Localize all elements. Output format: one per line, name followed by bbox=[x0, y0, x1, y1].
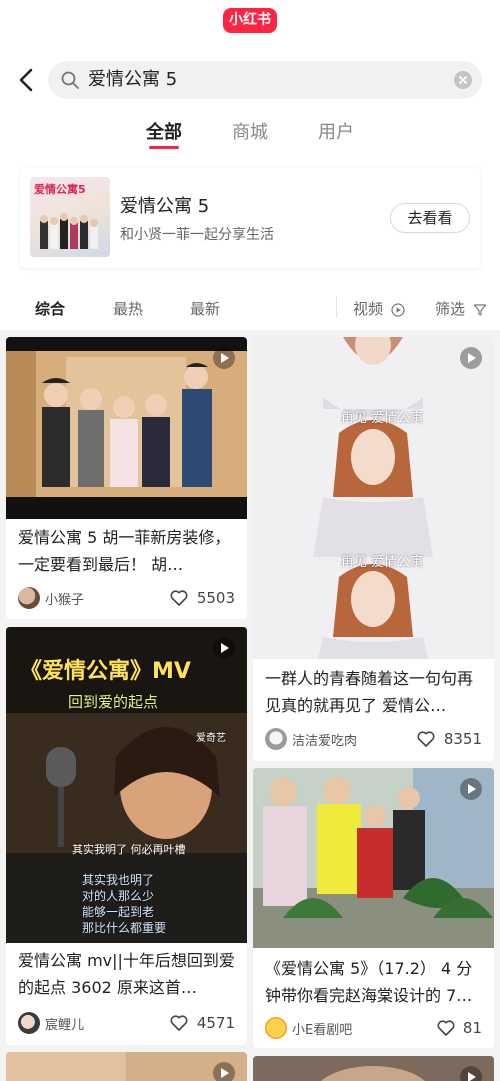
lyric-text: 其实我明了 何必再叶槽 bbox=[72, 843, 186, 856]
main-tabs: 全部 商城 用户 bbox=[0, 118, 500, 154]
video-thumbnail-illustration bbox=[6, 337, 247, 519]
note-thumbnail bbox=[253, 768, 494, 948]
tab-mall[interactable]: 商城 bbox=[232, 118, 268, 144]
note-thumbnail: 再见 爱情公寓 再见 爱情公寓 bbox=[253, 337, 494, 659]
note-author[interactable]: 小E看剧吧 bbox=[265, 1017, 385, 1039]
avatar bbox=[18, 587, 40, 609]
avatar bbox=[265, 728, 287, 750]
avatar bbox=[18, 1012, 40, 1034]
featured-topic-card[interactable]: 爱情公寓5 爱情公寓 5 和小贤一菲一起分享生活 去看看 bbox=[20, 168, 480, 268]
lyric-text: 那比什么都重要 bbox=[82, 921, 167, 935]
funnel-icon bbox=[473, 303, 486, 316]
like-button[interactable]: 81 bbox=[402, 1017, 482, 1039]
note-author[interactable]: 小猴子 bbox=[18, 587, 138, 609]
video-play-icon bbox=[213, 347, 235, 369]
mv-title-text: 《爱情公寓》MV bbox=[20, 659, 191, 684]
avatar bbox=[265, 1017, 287, 1039]
note-thumbnail bbox=[6, 337, 247, 519]
video-play-icon bbox=[213, 637, 235, 659]
clear-icon[interactable] bbox=[454, 71, 472, 89]
note-author[interactable]: 宸鲤儿 bbox=[18, 1012, 138, 1034]
note-card[interactable] bbox=[253, 1056, 494, 1081]
video-filter[interactable]: 视频 bbox=[353, 298, 405, 319]
like-count: 8351 bbox=[443, 730, 482, 748]
like-count: 4571 bbox=[196, 1014, 235, 1032]
watermark-brand: 爱奇艺 bbox=[196, 733, 226, 744]
video-thumbnail-illustration bbox=[253, 337, 494, 659]
video-play-icon bbox=[460, 1066, 482, 1081]
featured-topic-thumbnail: 爱情公寓5 bbox=[30, 177, 110, 257]
note-title: 爱情公寓 mv||十年后想回到爱的起点 3602 原来这首… bbox=[18, 951, 235, 997]
play-circle-icon bbox=[391, 302, 405, 317]
sort-newest[interactable]: 最新 bbox=[190, 298, 220, 319]
back-arrow-icon bbox=[19, 68, 33, 92]
filter-button[interactable]: 筛选 bbox=[435, 298, 487, 319]
back-button[interactable] bbox=[14, 66, 40, 94]
video-play-icon bbox=[460, 347, 482, 369]
video-play-icon bbox=[460, 778, 482, 800]
filter-label: 筛选 bbox=[435, 300, 466, 318]
like-button[interactable]: 5503 bbox=[145, 587, 235, 609]
featured-topic-subtitle: 和小贤一菲一起分享生活 bbox=[120, 227, 274, 243]
author-name: 小猴子 bbox=[45, 593, 85, 608]
note-card[interactable]: 爱情公寓 5 胡一菲新房装修，一定要看到最后！ 胡… 小猴子 5503 bbox=[6, 337, 247, 619]
video-thumbnail-illustration bbox=[253, 768, 494, 948]
active-tab-indicator bbox=[149, 146, 179, 149]
note-thumbnail: 《爱情公寓》MV 回到爱的起点 爱奇艺 其实我明了 何必再叶槽 其实我也明了 对… bbox=[6, 627, 247, 943]
heart-icon bbox=[170, 1015, 188, 1031]
lyric-text: 能够一起到老 bbox=[82, 905, 155, 919]
app-logo: 小红书 bbox=[223, 8, 277, 33]
heart-icon bbox=[417, 731, 435, 747]
note-title: 一群人的青春随着这一句句再见真的就再见了 爱情公… bbox=[265, 669, 474, 715]
video-filter-label: 视频 bbox=[353, 300, 384, 318]
header-area bbox=[0, 0, 500, 330]
author-name: 小E看剧吧 bbox=[292, 1023, 353, 1038]
lyric-text: 对的人那么少 bbox=[82, 889, 155, 903]
author-name: 宸鲤儿 bbox=[45, 1018, 85, 1033]
note-author[interactable]: 洁洁爱吃肉 bbox=[265, 728, 395, 750]
note-card[interactable] bbox=[6, 1052, 247, 1081]
featured-topic-title: 爱情公寓 5 bbox=[120, 196, 210, 217]
like-button[interactable]: 4571 bbox=[145, 1012, 235, 1034]
tab-users[interactable]: 用户 bbox=[318, 118, 354, 144]
video-thumbnail-illustration bbox=[6, 1052, 247, 1081]
sort-comprehensive[interactable]: 综合 bbox=[35, 298, 65, 319]
sort-hottest[interactable]: 最热 bbox=[113, 298, 143, 319]
note-card[interactable]: 《爱情公寓》MV 回到爱的起点 爱奇艺 其实我明了 何必再叶槽 其实我也明了 对… bbox=[6, 627, 247, 1045]
search-results-page: 小红书 爱情公寓 5 全部 商城 用户 爱情公寓5 爱情公寓 5 和小贤一菲一起… bbox=[0, 0, 500, 1081]
heart-icon bbox=[437, 1020, 455, 1036]
lyric-text: 其实我也明了 bbox=[82, 873, 155, 887]
tab-all[interactable]: 全部 bbox=[146, 118, 182, 144]
note-title: 《爱情公寓 5》（17.2） 4 分钟带你看完赵海棠设计的 7… bbox=[265, 959, 473, 1005]
heart-icon bbox=[170, 590, 188, 606]
go-see-button[interactable]: 去看看 bbox=[390, 203, 470, 233]
like-count: 81 bbox=[462, 1019, 482, 1037]
thumbnail-title: 爱情公寓5 bbox=[34, 183, 86, 196]
author-name: 洁洁爱吃肉 bbox=[292, 734, 358, 749]
caption-text: 再见 爱情公寓 bbox=[341, 555, 424, 570]
filter-divider bbox=[336, 296, 337, 318]
note-card[interactable]: 《爱情公寓 5》（17.2） 4 分钟带你看完赵海棠设计的 7… 小E看剧吧 8… bbox=[253, 768, 494, 1048]
note-title: 爱情公寓 5 胡一菲新房装修，一定要看到最后！ 胡… bbox=[18, 528, 231, 574]
search-query: 爱情公寓 5 bbox=[88, 69, 178, 90]
like-count: 5503 bbox=[196, 589, 235, 607]
group-photo-illustration bbox=[40, 213, 98, 249]
video-play-icon bbox=[213, 1062, 235, 1081]
search-icon bbox=[61, 71, 79, 89]
filter-row: 综合 最热 最新 视频 筛选 bbox=[0, 290, 500, 326]
caption-text: 再见 爱情公寓 bbox=[341, 411, 424, 426]
like-button[interactable]: 8351 bbox=[392, 728, 482, 750]
video-thumbnail-illustration bbox=[253, 1056, 494, 1081]
mv-subtitle-text: 回到爱的起点 bbox=[68, 693, 159, 711]
note-card[interactable]: 再见 爱情公寓 再见 爱情公寓 一群人的青春随着这一句句再见真的就再见了 爱情公… bbox=[253, 337, 494, 761]
search-input[interactable]: 爱情公寓 5 bbox=[48, 61, 482, 99]
